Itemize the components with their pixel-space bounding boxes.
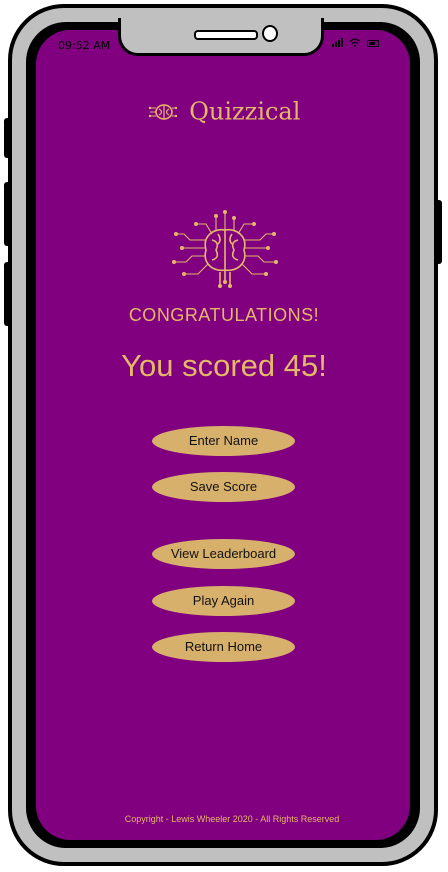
wifi-icon xyxy=(349,38,361,47)
copyright-footer: Copyright - Lewis Wheeler 2020 - All Rig… xyxy=(124,814,340,824)
signal-icon xyxy=(332,38,343,47)
save-score-button[interactable]: Save Score xyxy=(152,472,295,502)
return-home-button[interactable]: Return Home xyxy=(152,632,295,662)
front-camera xyxy=(262,25,278,42)
volume-up-button xyxy=(4,182,12,246)
circuit-brain-icon xyxy=(172,210,278,288)
battery-icon xyxy=(367,40,379,47)
app-logo: Quizzical xyxy=(0,96,448,126)
status-time: 09:52 AM xyxy=(58,39,111,52)
view-leaderboard-button[interactable]: View Leaderboard xyxy=(152,539,295,569)
status-icons xyxy=(332,38,379,47)
enter-name-button[interactable]: Enter Name xyxy=(152,426,295,456)
speaker-grille xyxy=(194,30,258,40)
circuit-brain-icon xyxy=(148,103,177,120)
congratulations-heading: CONGRATULATIONS! xyxy=(128,305,320,325)
play-again-button[interactable]: Play Again xyxy=(152,586,295,616)
power-button xyxy=(434,200,442,264)
app-title: Quizzical xyxy=(189,97,301,126)
score-display: You scored 45! xyxy=(121,348,327,383)
